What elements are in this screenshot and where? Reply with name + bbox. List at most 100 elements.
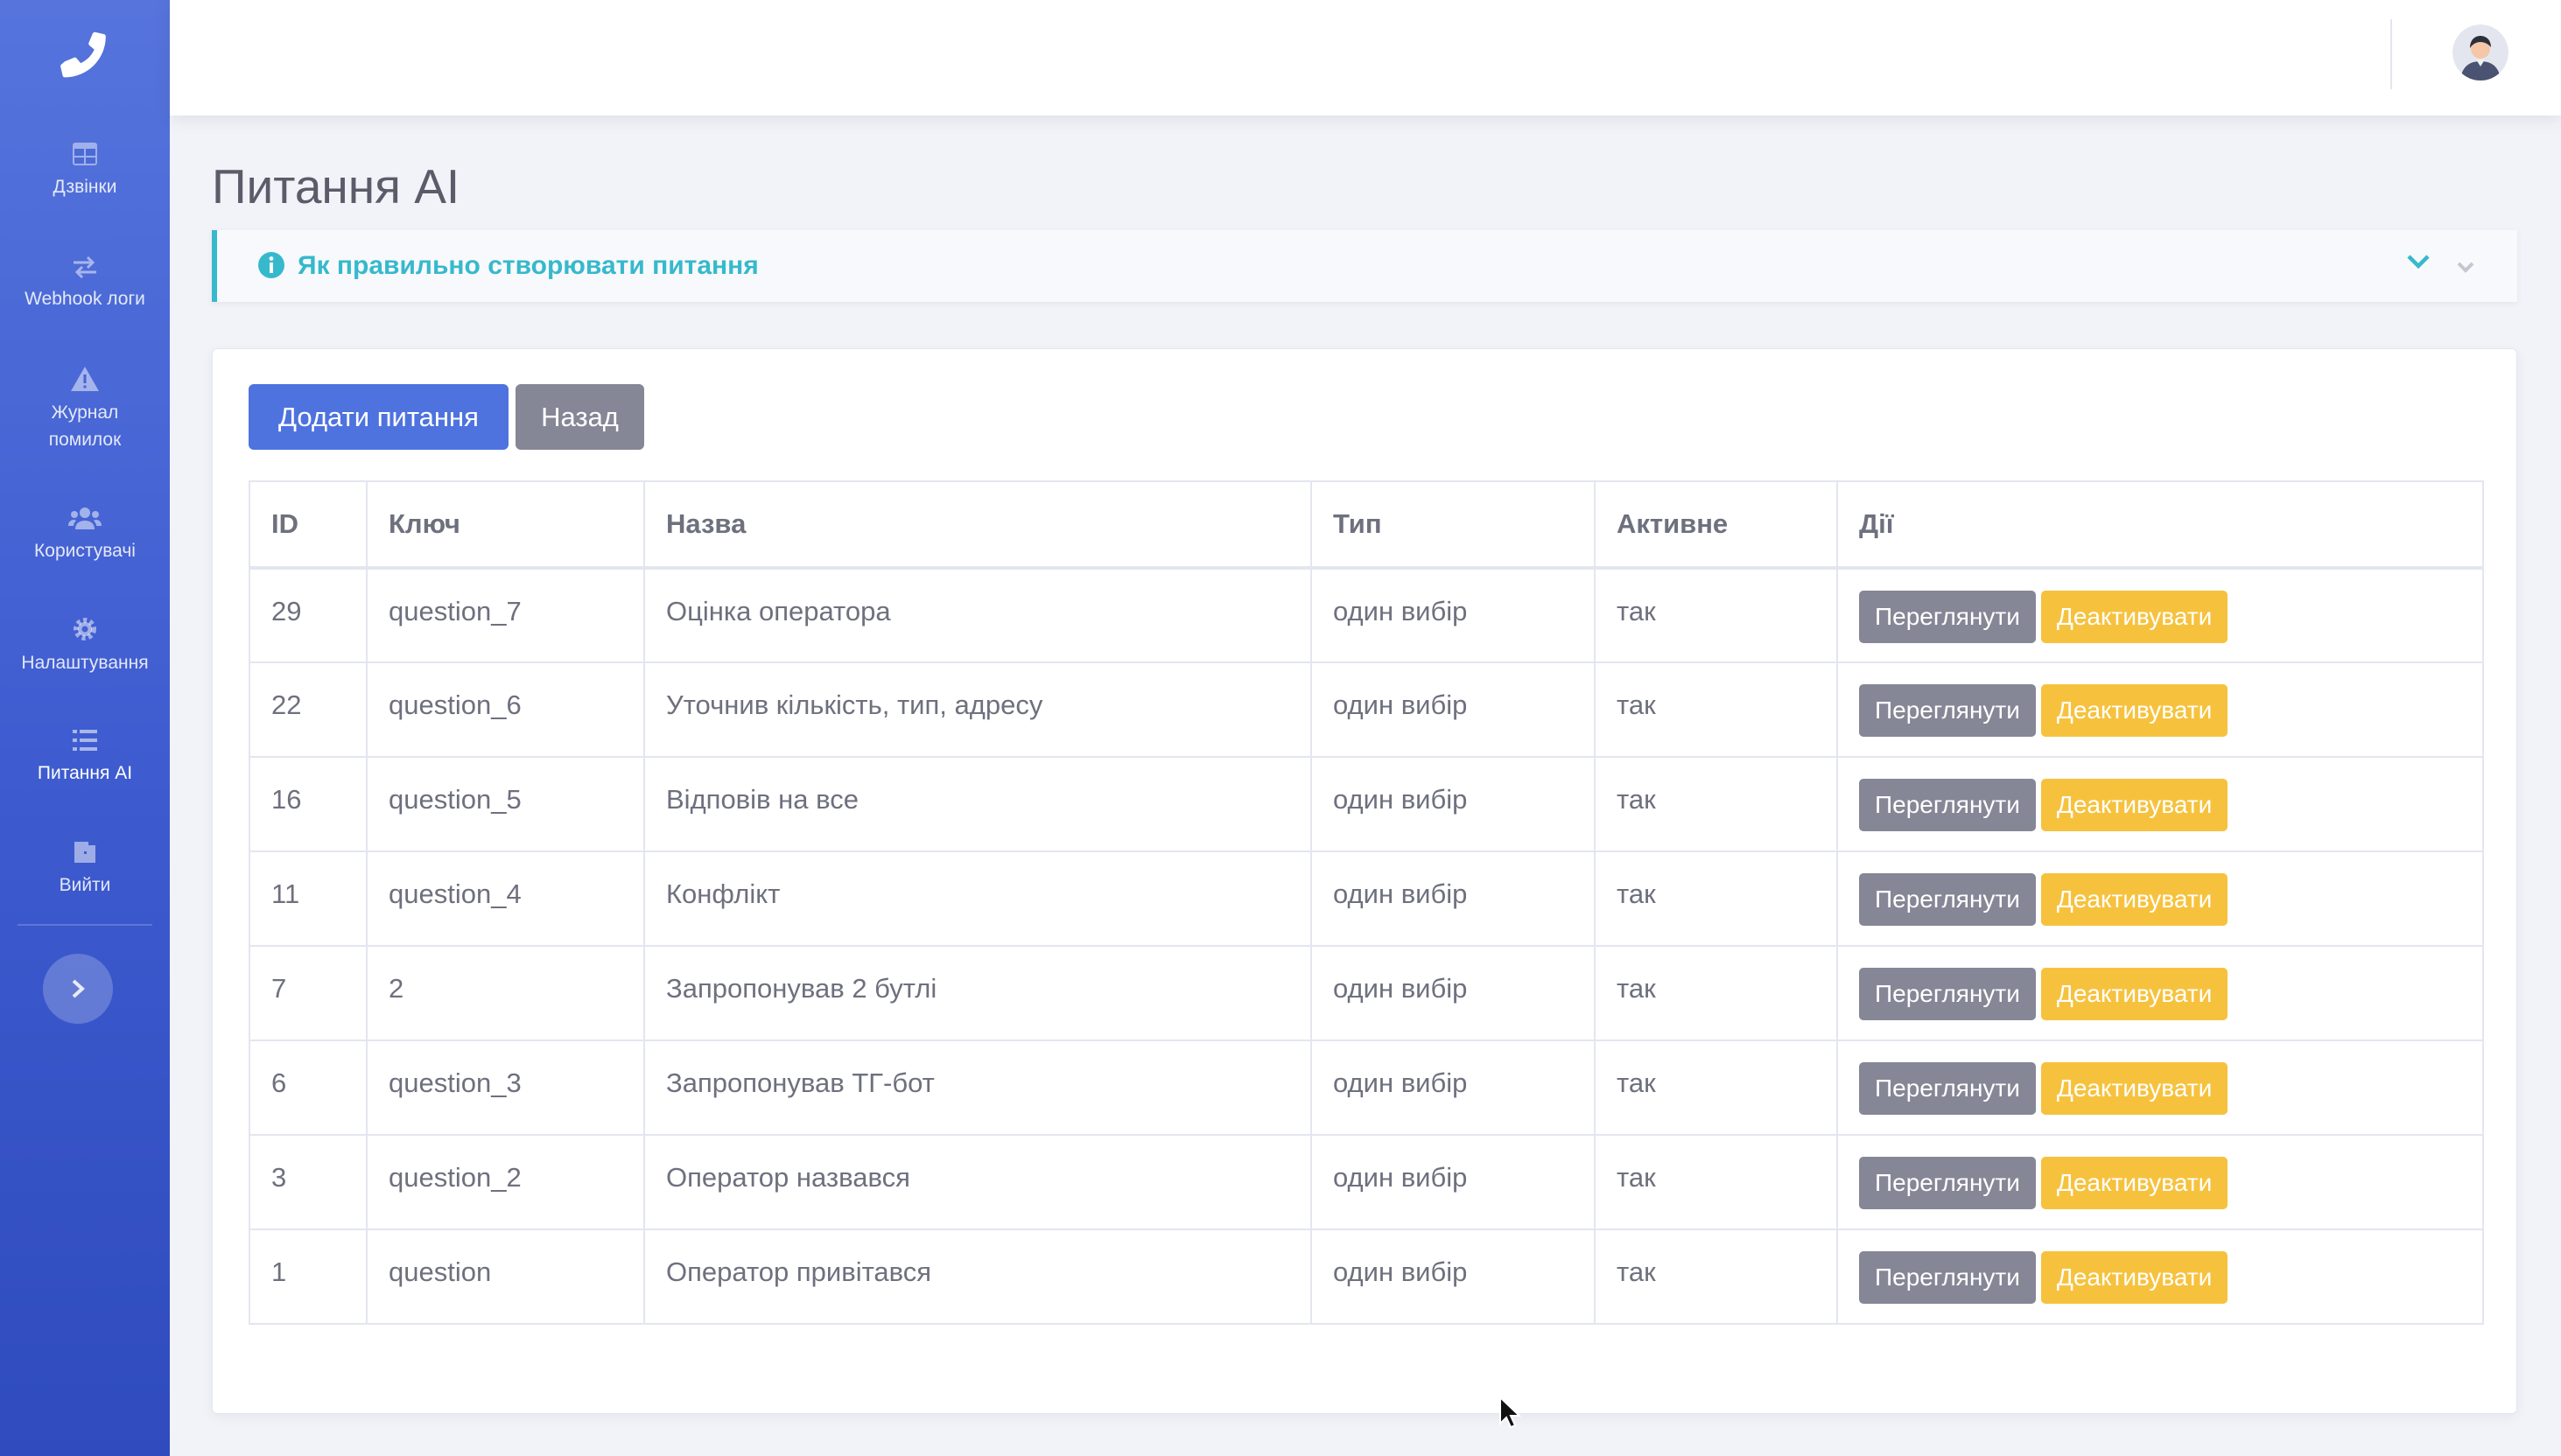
questions-card: Додати питання Назад ID Ключ Назва Тип А… <box>212 348 2517 1414</box>
cell-type: один вибір <box>1310 567 1596 663</box>
deactivate-button[interactable]: Деактивувати <box>2040 591 2228 643</box>
cell-active: так <box>1594 662 1838 758</box>
col-header-actions: Дії <box>1836 480 2484 570</box>
deactivate-button[interactable]: Деактивувати <box>2040 1251 2228 1304</box>
cell-name: Оцінка оператора <box>643 567 1312 663</box>
topbar-divider <box>2390 19 2392 89</box>
chevron-right-icon <box>72 979 85 998</box>
col-header-id: ID <box>249 480 368 570</box>
cell-actions: Переглянути Деактивувати <box>1836 1134 2484 1230</box>
cell-type: один вибір <box>1310 1040 1596 1136</box>
table-row: 6 question_3 Запропонував ТГ-бот один ви… <box>249 1040 2484 1136</box>
col-header-active: Активне <box>1594 480 1838 570</box>
cell-type: один вибір <box>1310 1134 1596 1230</box>
view-button[interactable]: Переглянути <box>1859 1251 2036 1304</box>
avatar-icon <box>2452 24 2508 80</box>
topbar <box>170 0 2561 116</box>
sidebar-item-webhook-logs[interactable]: Webhook логи <box>0 256 170 312</box>
table-row: 7 2 Запропонував 2 бутлі один вибір так … <box>249 945 2484 1041</box>
cell-key: 2 <box>366 945 645 1041</box>
info-icon <box>258 252 284 278</box>
cell-actions: Переглянути Деактивувати <box>1836 1228 2484 1325</box>
gear-icon <box>74 618 96 640</box>
chevron-down-icon[interactable] <box>2405 251 2431 272</box>
sidebar: Дзвінки Webhook логи Журнал помилок Кори… <box>0 0 170 1456</box>
cell-key: question_4 <box>366 850 645 947</box>
info-collapsible[interactable]: Як правильно створювати питання <box>212 230 2517 302</box>
cell-type: один вибір <box>1310 1228 1596 1325</box>
sidebar-item-logout[interactable]: Вийти <box>0 838 170 899</box>
cell-actions: Переглянути Деактивувати <box>1836 945 2484 1041</box>
user-avatar[interactable] <box>2452 24 2508 80</box>
cell-type: один вибір <box>1310 756 1596 852</box>
sidebar-item-users[interactable]: Користувачі <box>0 506 170 564</box>
cell-id: 3 <box>249 1134 368 1230</box>
cell-active: так <box>1594 1134 1838 1230</box>
cell-key: question_5 <box>366 756 645 852</box>
view-button[interactable]: Переглянути <box>1859 1157 2036 1209</box>
deactivate-button[interactable]: Деактивувати <box>2040 684 2228 737</box>
sidebar-item-label: Журнал помилок <box>48 402 122 450</box>
sidebar-item-calls[interactable]: Дзвінки <box>0 142 170 200</box>
phone-icon <box>60 32 106 78</box>
cell-key: question_3 <box>366 1040 645 1136</box>
sidebar-item-ai-questions[interactable]: Питання AI <box>0 728 170 787</box>
cell-name: Оператор привітався <box>643 1228 1312 1325</box>
warning-icon <box>71 367 99 391</box>
cell-actions: Переглянути Деактивувати <box>1836 567 2484 663</box>
view-button[interactable]: Переглянути <box>1859 1062 2036 1115</box>
sidebar-item-settings[interactable]: Налаштування <box>0 616 170 676</box>
cell-key: question_6 <box>366 662 645 758</box>
cell-active: так <box>1594 567 1838 663</box>
brand-logo[interactable] <box>0 0 170 105</box>
sidebar-item-label: Налаштування <box>21 653 149 673</box>
cell-actions: Переглянути Деактивувати <box>1836 662 2484 758</box>
table-row: 11 question_4 Конфлікт один вибір так Пе… <box>249 850 2484 947</box>
deactivate-button[interactable]: Деактивувати <box>2040 1062 2228 1115</box>
door-icon <box>74 842 95 863</box>
cell-name: Запропонував 2 бутлі <box>643 945 1312 1041</box>
cell-name: Відповів на все <box>643 756 1312 852</box>
table-header-row: ID Ключ Назва Тип Активне Дії <box>249 480 2484 570</box>
view-button[interactable]: Переглянути <box>1859 779 2036 831</box>
cell-key: question_2 <box>366 1134 645 1230</box>
cell-id: 6 <box>249 1040 368 1136</box>
view-button[interactable]: Переглянути <box>1859 591 2036 643</box>
sidebar-toggle-button[interactable] <box>43 954 113 1024</box>
view-button[interactable]: Переглянути <box>1859 684 2036 737</box>
mouse-cursor-icon <box>1499 1396 1521 1429</box>
info-title: Як правильно створювати питання <box>298 251 759 280</box>
view-button[interactable]: Переглянути <box>1859 968 2036 1020</box>
cell-active: так <box>1594 1228 1838 1325</box>
cell-id: 11 <box>249 850 368 947</box>
col-header-type: Тип <box>1310 480 1596 570</box>
table-icon <box>73 143 97 165</box>
cell-type: один вибір <box>1310 945 1596 1041</box>
col-header-key: Ключ <box>366 480 645 570</box>
table-row: 29 question_7 Оцінка оператора один вибі… <box>249 567 2484 663</box>
cell-id: 29 <box>249 567 368 663</box>
cell-name: Уточнив кількість, тип, адресу <box>643 662 1312 758</box>
cell-active: так <box>1594 1040 1838 1136</box>
add-question-button[interactable]: Додати питання <box>249 384 509 450</box>
cell-active: так <box>1594 756 1838 852</box>
sidebar-item-label: Користувачі <box>34 541 136 561</box>
view-button[interactable]: Переглянути <box>1859 873 2036 926</box>
list-icon <box>73 730 97 751</box>
table-row: 16 question_5 Відповів на все один вибір… <box>249 756 2484 852</box>
cell-id: 1 <box>249 1228 368 1325</box>
sidebar-item-label: Дзвінки <box>53 177 117 197</box>
back-button[interactable]: Назад <box>516 384 644 450</box>
cell-type: один вибір <box>1310 850 1596 947</box>
chevron-down-icon[interactable] <box>2454 258 2477 276</box>
deactivate-button[interactable]: Деактивувати <box>2040 779 2228 831</box>
table-row: 1 question Оператор привітався один вибі… <box>249 1228 2484 1325</box>
deactivate-button[interactable]: Деактивувати <box>2040 873 2228 926</box>
cell-name: Оператор назвався <box>643 1134 1312 1230</box>
deactivate-button[interactable]: Деактивувати <box>2040 1157 2228 1209</box>
cell-active: так <box>1594 945 1838 1041</box>
sidebar-item-error-log[interactable]: Журнал помилок <box>0 366 170 453</box>
questions-table: ID Ключ Назва Тип Активне Дії 29 questio… <box>249 480 2484 1325</box>
cell-actions: Переглянути Деактивувати <box>1836 756 2484 852</box>
deactivate-button[interactable]: Деактивувати <box>2040 968 2228 1020</box>
